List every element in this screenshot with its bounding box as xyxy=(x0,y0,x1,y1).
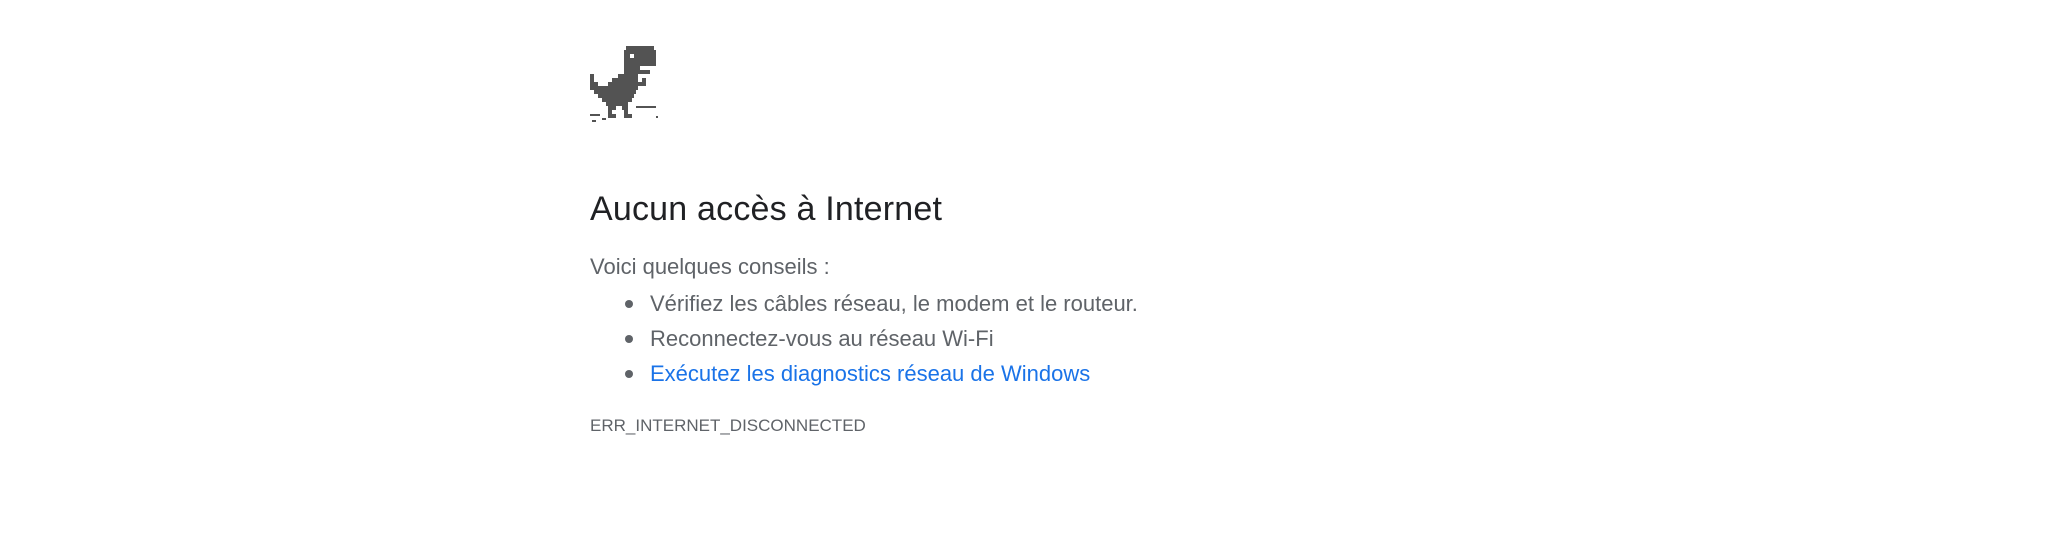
list-item: Vérifiez les câbles réseau, le modem et … xyxy=(625,286,1490,321)
page-title: Aucun accès à Internet xyxy=(590,190,943,228)
bullet-icon xyxy=(625,370,633,378)
run-network-diagnostics-link[interactable]: Exécutez les diagnostics réseau de Windo… xyxy=(650,361,1090,386)
bullet-icon xyxy=(625,335,633,343)
tip-reconnect-wifi: Reconnectez-vous au réseau Wi-Fi xyxy=(650,326,994,351)
bullet-icon xyxy=(625,300,633,308)
error-page-content: Aucun accès à Internet Voici quelques co… xyxy=(590,46,1490,437)
error-code: ERR_INTERNET_DISCONNECTED xyxy=(590,416,866,435)
suggestions-list: Vérifiez les câbles réseau, le modem et … xyxy=(590,286,1490,391)
list-item: Reconnectez-vous au réseau Wi-Fi xyxy=(625,321,1490,356)
suggestions-intro: Voici quelques conseils : xyxy=(590,254,830,279)
list-item: Exécutez les diagnostics réseau de Windo… xyxy=(625,356,1490,391)
offline-dino-icon[interactable] xyxy=(590,46,662,122)
tip-check-cables: Vérifiez les câbles réseau, le modem et … xyxy=(650,291,1138,316)
